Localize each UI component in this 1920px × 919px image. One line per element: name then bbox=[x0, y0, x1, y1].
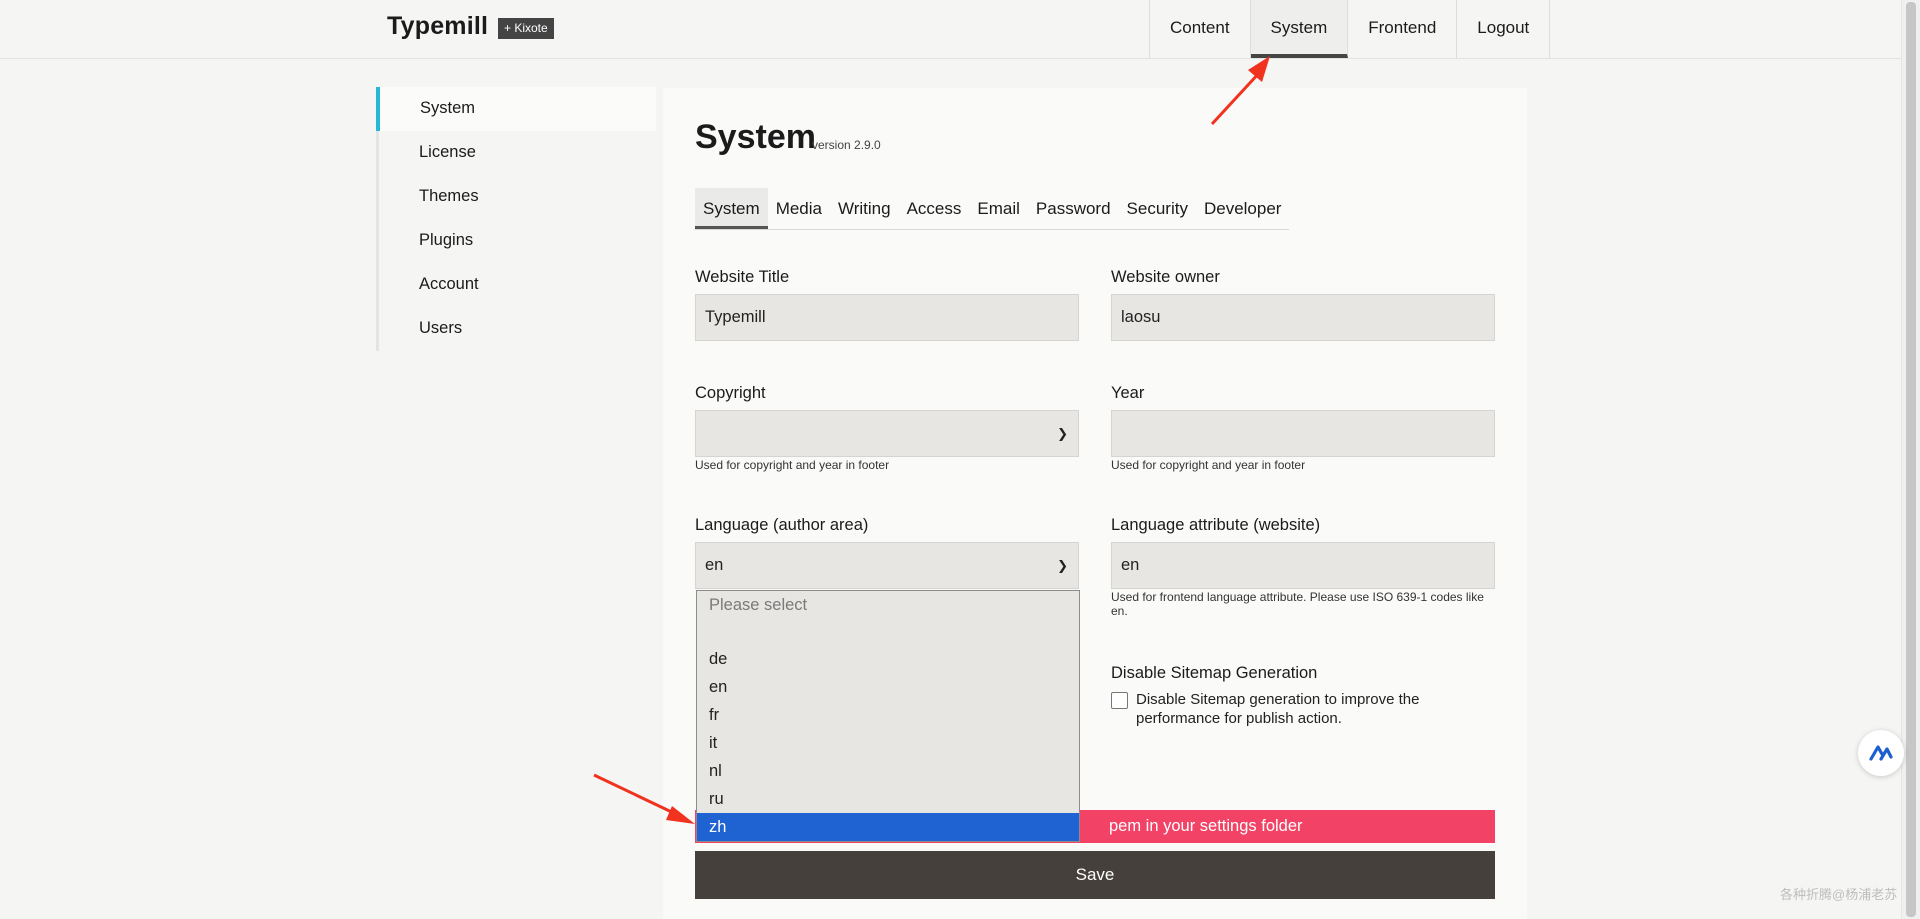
assistant-icon bbox=[1869, 745, 1893, 761]
arrow-to-system-nav bbox=[1210, 56, 1270, 126]
annotation-arrows bbox=[593, 56, 1270, 824]
arrow-to-zh-option bbox=[593, 773, 695, 824]
watermark-text: 各种折腾@杨浦老苏 bbox=[1780, 887, 1898, 902]
floating-assistant-button[interactable] bbox=[1858, 730, 1904, 776]
